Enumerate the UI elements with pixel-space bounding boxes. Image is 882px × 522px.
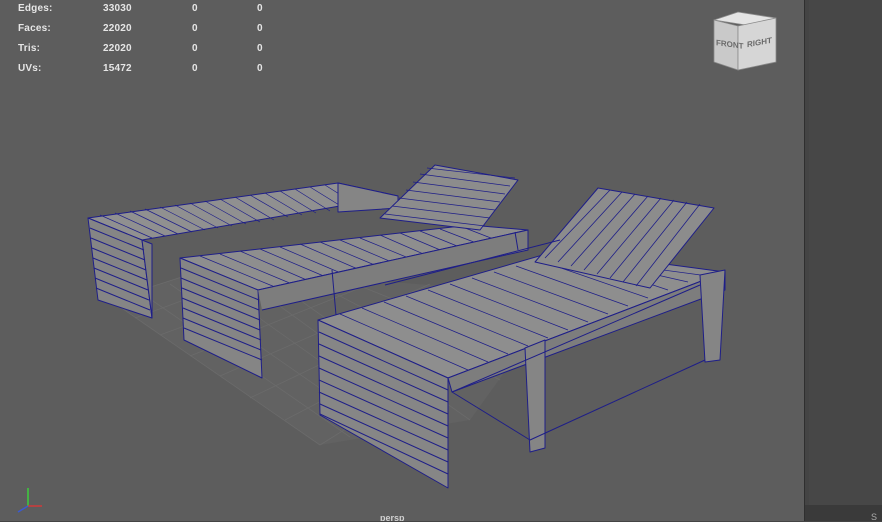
hud-value: 22020: [103, 43, 132, 54]
hud-value: 15472: [103, 63, 132, 74]
hud-value: 0: [192, 63, 198, 74]
hud-value: 0: [257, 63, 263, 74]
hud-label: UVs:: [18, 63, 42, 74]
hud-row-edges: Edges: 33030 0 0: [0, 3, 300, 17]
axis-gizmo-icon: [17, 488, 42, 513]
hud-value: 0: [257, 43, 263, 54]
hud-value: 33030: [103, 3, 132, 14]
view-cube[interactable]: FRONT RIGHT: [708, 8, 784, 76]
heads-up-display: Edges: 33030 0 0 Faces: 22020 0 0 Tris: …: [0, 0, 300, 80]
hud-value: 0: [192, 43, 198, 54]
hud-row-uvs: UVs: 15472 0 0: [0, 63, 300, 77]
viewport-persp[interactable]: Edges: 33030 0 0 Faces: 22020 0 0 Tris: …: [0, 0, 804, 521]
hud-value: 0: [192, 3, 198, 14]
hud-row-tris: Tris: 22020 0 0: [0, 43, 300, 57]
camera-label: persp: [380, 513, 405, 522]
hud-row-faces: Faces: 22020 0 0: [0, 23, 300, 37]
hud-label: Faces:: [18, 23, 51, 34]
right-side-panel: S: [804, 0, 882, 522]
hud-label: Tris:: [18, 43, 41, 54]
hud-value: 0: [192, 23, 198, 34]
hud-value: 0: [257, 3, 263, 14]
hud-label: Edges:: [18, 3, 53, 14]
hud-value: 22020: [103, 23, 132, 34]
hud-value: 0: [257, 23, 263, 34]
right-panel-content: [809, 0, 882, 505]
